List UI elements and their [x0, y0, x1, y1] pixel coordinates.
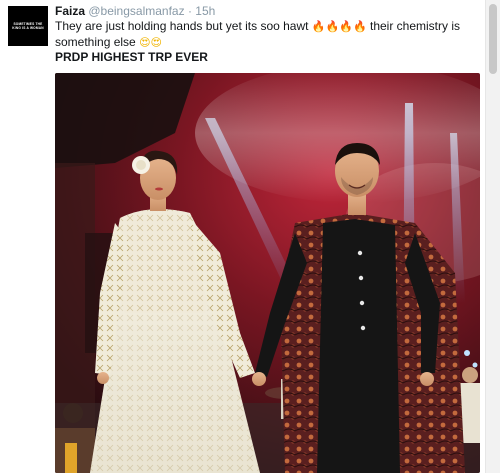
tweet-card: SOMETIMES THE KING IS A WOMAN Faiza @bei… [0, 0, 500, 473]
scrollbar-thumb[interactable] [489, 4, 497, 74]
fire-emoji-icon: 🔥 [352, 20, 367, 33]
tweet-text-part1: They are just holding hands but yet its … [55, 19, 309, 33]
tweet-text: They are just holding hands but yet its … [55, 19, 485, 66]
author-name[interactable]: Faiza [55, 4, 85, 18]
fire-emoji-icon: 🔥 [325, 20, 340, 33]
tweet-header: Faiza @beingsalmanfaz · 15h [55, 4, 215, 19]
tweet-photo[interactable] [55, 73, 480, 473]
timestamp-link[interactable]: 15h [195, 4, 215, 18]
heart-eyes-emoji-icon: 😍 [150, 35, 162, 49]
avatar[interactable]: SOMETIMES THE KING IS A WOMAN [8, 6, 48, 46]
fire-emoji-icon: 🔥 [339, 20, 353, 33]
tweet-text-line2: PRDP HIGHEST TRP EVER [55, 50, 208, 64]
vertical-scrollbar[interactable] [485, 0, 500, 473]
heart-eyes-emoji-icon: 😍 [139, 35, 151, 49]
fire-emoji-icon: 🔥 [311, 20, 326, 33]
runway-photo-illustration [55, 73, 480, 473]
separator-dot: · [187, 4, 192, 18]
avatar-caption: SOMETIMES THE KING IS A WOMAN [12, 22, 44, 30]
author-handle[interactable]: @beingsalmanfaz [88, 4, 184, 18]
